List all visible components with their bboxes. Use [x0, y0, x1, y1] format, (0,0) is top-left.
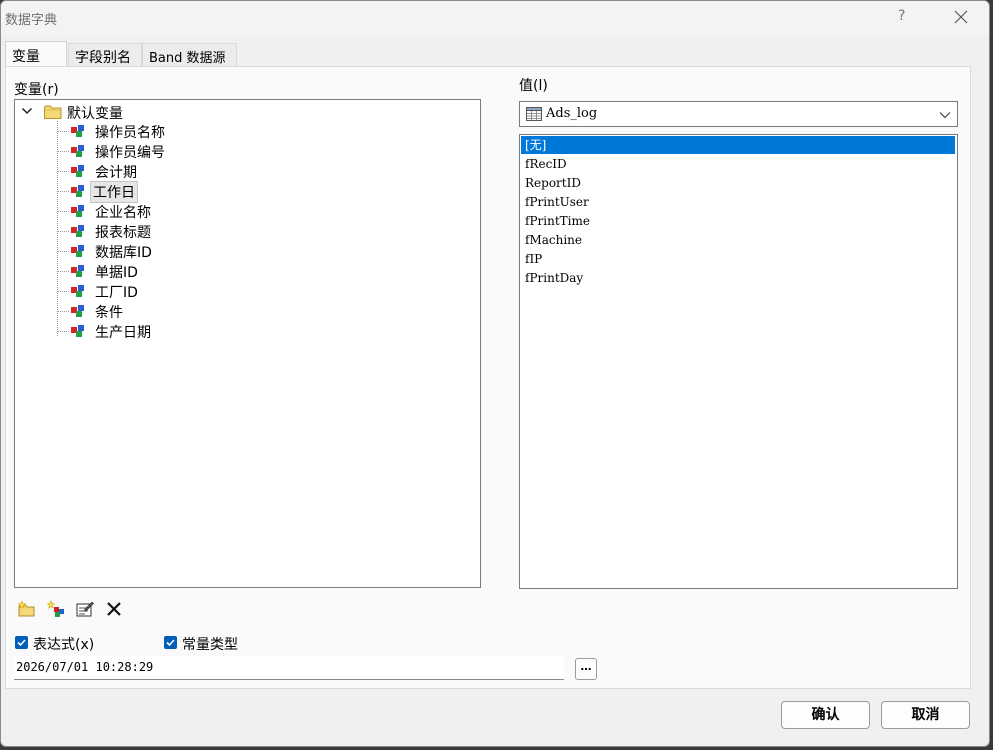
datasource-combo[interactable]: Ads_log — [519, 101, 958, 127]
constant-type-checkbox-label[interactable]: 常量类型 — [182, 634, 238, 654]
window-title: 数据字典 — [5, 13, 58, 28]
variable-icon — [71, 125, 84, 137]
new-variable-icon[interactable] — [47, 600, 65, 618]
tree-guide-line — [57, 251, 69, 252]
delete-icon[interactable] — [105, 600, 123, 618]
tree-root-label: 默认变量 — [67, 106, 123, 122]
tree-item-label: 生产日期 — [95, 325, 151, 341]
variable-icon — [71, 205, 84, 217]
field-list[interactable]: [无] fRecID ReportID fPrintUser fPrintTime fMa… — [519, 134, 958, 589]
cancel-button[interactable]: 取消 — [881, 701, 970, 729]
tree-guide-line — [57, 131, 69, 132]
datasource-combo-value: Ads_log — [546, 106, 598, 121]
tree-item[interactable]: 单据ID — [57, 261, 357, 281]
chevron-down-icon[interactable] — [939, 110, 951, 120]
variable-icon — [71, 265, 84, 277]
constant-type-checkbox[interactable] — [164, 636, 177, 649]
list-item[interactable]: fIP — [521, 250, 955, 268]
new-folder-icon[interactable] — [18, 600, 36, 618]
variable-icon — [71, 325, 84, 337]
tree-guide-line — [57, 311, 69, 312]
list-item[interactable]: fPrintDay — [521, 269, 955, 287]
tree-guide-line — [57, 291, 69, 292]
tree-item-label: 操作员名称 — [95, 125, 165, 141]
tree-guide-line — [57, 331, 69, 332]
tree-item-label: 单据ID — [95, 265, 138, 281]
title-bar: 数据字典 ? — [1, 1, 989, 35]
tree-item[interactable]: 工作日 — [57, 181, 357, 203]
tree-guide-line — [57, 191, 69, 192]
tree-item-label: 工作日 — [90, 181, 138, 203]
tree-item[interactable]: 数据库ID — [57, 241, 357, 261]
tree-item[interactable]: 操作员名称 — [57, 121, 357, 141]
list-item[interactable]: fPrintUser — [521, 193, 955, 211]
variables-label: 变量(r) — [14, 82, 59, 98]
variable-icon — [71, 225, 84, 237]
variable-icon — [71, 305, 84, 317]
tree-guide-line — [57, 271, 69, 272]
tree-item[interactable]: 企业名称 — [57, 201, 357, 221]
chevron-down-icon[interactable] — [21, 105, 33, 117]
list-item[interactable]: fMachine — [521, 231, 955, 249]
tab-panel: 变量(r) 默认变量 操作员名称操作员编号会计期 工作日企业名称报表标题数据库ID… — [5, 66, 971, 689]
tree-item-label: 数据库ID — [95, 245, 152, 261]
value-label: 值(l) — [519, 78, 548, 94]
tree-item-label: 会计期 — [95, 165, 137, 181]
tree-guide-line — [57, 171, 69, 172]
list-item[interactable]: fRecID — [521, 155, 955, 173]
tree-item[interactable]: 条件 — [57, 301, 357, 321]
ellipsis-button[interactable]: … — [575, 658, 597, 680]
variable-icon — [71, 185, 84, 197]
tree-item[interactable]: 操作员编号 — [57, 141, 357, 161]
tree-item-label: 操作员编号 — [95, 145, 165, 161]
check-icon — [17, 639, 26, 647]
tree-guide-line — [57, 151, 69, 152]
tree-item[interactable]: 会计期 — [57, 161, 357, 181]
variable-icon — [71, 285, 84, 297]
expression-input[interactable]: 2026/07/01 10:28:29 — [14, 656, 564, 680]
edit-properties-icon[interactable] — [76, 600, 94, 618]
tree-item-label: 报表标题 — [95, 225, 151, 241]
tree-item-label: 条件 — [95, 305, 123, 321]
tree-item[interactable]: 生产日期 — [57, 321, 357, 341]
dialog-window: 数据字典 ? 变量 字段别名 Band 数据源 变量(r) 默认变量 操作员名称… — [0, 0, 990, 747]
tree-item[interactable]: 报表标题 — [57, 221, 357, 241]
check-icon — [166, 639, 175, 647]
variable-icon — [71, 245, 84, 257]
tab-band-datasource[interactable]: Band 数据源 — [142, 43, 237, 66]
folder-icon — [44, 105, 62, 119]
expression-checkbox-label[interactable]: 表达式(x) — [33, 634, 94, 654]
tree-item-label: 工厂ID — [95, 285, 138, 301]
expression-checkbox[interactable] — [15, 636, 28, 649]
list-item[interactable]: [无] — [521, 136, 955, 154]
list-item[interactable]: ReportID — [521, 174, 955, 192]
tree-item[interactable]: 工厂ID — [57, 281, 357, 301]
tree-item-label: 企业名称 — [95, 205, 151, 221]
list-item[interactable]: fPrintTime — [521, 212, 955, 230]
expression-input-value: 2026/07/01 10:28:29 — [16, 660, 154, 674]
table-icon — [526, 107, 542, 121]
tree-guide-line — [57, 231, 69, 232]
tree-guide-line — [57, 211, 69, 212]
variable-tree[interactable]: 默认变量 操作员名称操作员编号会计期 工作日企业名称报表标题数据库ID 单据ID 工厂… — [14, 99, 481, 588]
variable-icon — [71, 165, 84, 177]
tab-variables[interactable]: 变量 — [5, 41, 67, 67]
help-button[interactable]: ? — [898, 8, 905, 24]
ok-button[interactable]: 确认 — [781, 701, 870, 729]
tab-field-alias[interactable]: 字段别名 — [68, 43, 142, 66]
close-icon[interactable] — [951, 7, 971, 27]
variable-icon — [71, 145, 84, 157]
